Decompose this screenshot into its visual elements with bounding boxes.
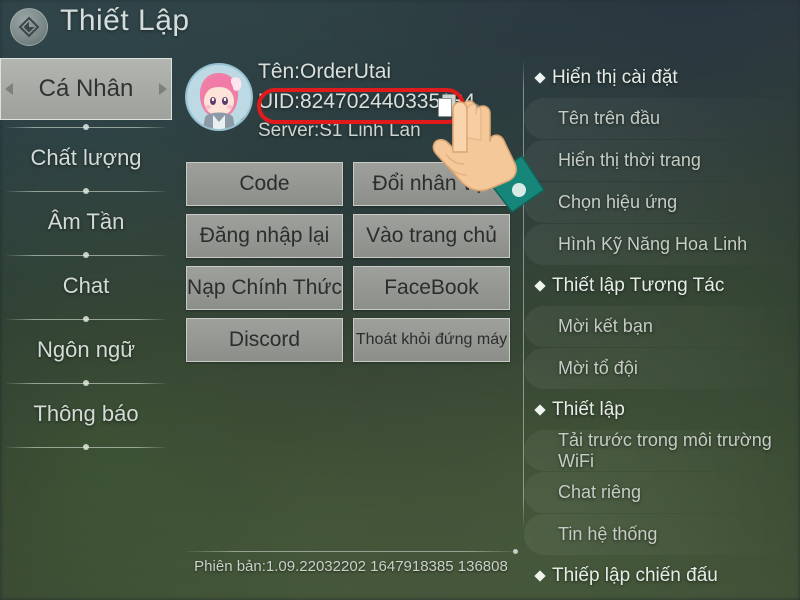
button-row: Code Đổi nhân vật <box>186 162 518 206</box>
settings-item-moi-ket-ban[interactable]: Mời kết bạn <box>524 306 800 347</box>
sidebar-item-label: Chat <box>62 273 110 298</box>
settings-group-header: Hiển thị cài đặt <box>524 58 800 98</box>
sidebar-divider <box>0 252 172 258</box>
page-title: Thiết Lập <box>60 4 190 37</box>
code-button[interactable]: Code <box>186 162 343 206</box>
settings-item-tai-truoc-wifi[interactable]: Tải trước trong môi trường WiFi <box>524 430 800 471</box>
diamond-bullet-icon <box>534 570 546 582</box>
settings-item-hinh-ky-nang-hoa-linh[interactable]: Hình Kỹ Năng Hoa Linh <box>524 224 800 265</box>
sidebar-item-chat[interactable]: Chat <box>0 260 172 312</box>
diamond-bullet-icon <box>534 404 546 416</box>
sidebar-item-label: Âm Tần <box>47 209 125 234</box>
sidebar-item-label: Thông báo <box>33 401 139 426</box>
relogin-button[interactable]: Đăng nhập lại <box>186 214 343 258</box>
facebook-button[interactable]: FaceBook <box>353 266 510 310</box>
official-topup-button[interactable]: Nạp Chính Thức <box>186 266 343 310</box>
player-server: Server:S1 Linh Lan <box>258 120 421 141</box>
sidebar: Cá Nhân Chất lượng Âm Tần Chat Ngôn ngữ … <box>0 58 172 478</box>
settings-item-hien-thi-thoi-trang[interactable]: Hiển thị thời trang <box>524 140 800 181</box>
change-character-button[interactable]: Đổi nhân vật <box>353 162 510 206</box>
chevron-left-icon <box>5 83 13 95</box>
button-row: Discord Thoát khỏi đứng máy <box>186 318 518 362</box>
sidebar-item-label: Chất lượng <box>30 145 142 170</box>
settings-group-header: Thiết lập <box>524 390 800 430</box>
footer-divider <box>186 548 518 554</box>
chevron-right-icon <box>159 83 167 95</box>
sidebar-item-ngon-ngu[interactable]: Ngôn ngữ <box>0 324 172 376</box>
settings-item-chon-hieu-ung[interactable]: Chọn hiệu ứng <box>524 182 800 223</box>
copy-icon[interactable] <box>438 94 457 118</box>
sidebar-divider <box>0 316 172 322</box>
settings-item-moi-to-doi[interactable]: Mời tổ đội <box>524 348 800 389</box>
settings-item-ten-tren-dau[interactable]: Tên trên đầu <box>524 98 800 139</box>
player-name: Tên:OrderUtai <box>258 60 392 83</box>
sidebar-divider <box>0 188 172 194</box>
settings-group-header: Thiếp lập chiến đấu <box>524 556 800 596</box>
settings-group-label: Hiển thị cài đặt <box>552 67 678 88</box>
discord-button[interactable]: Discord <box>186 318 343 362</box>
settings-group-label: Thiết lập <box>552 399 625 420</box>
settings-group-header: Thiết lập Tương Tác <box>524 266 800 306</box>
sidebar-divider <box>0 380 172 386</box>
sidebar-divider <box>0 444 172 450</box>
sidebar-item-thong-bao[interactable]: Thông báo <box>0 388 172 440</box>
homepage-button[interactable]: Vào trang chủ <box>353 214 510 258</box>
button-row: Đăng nhập lại Vào trang chủ <box>186 214 518 258</box>
version-text: Phiên bản:1.09.22032202 1647918385 13680… <box>194 558 508 575</box>
sidebar-item-ca-nhan[interactable]: Cá Nhân <box>0 58 172 120</box>
settings-group-label: Thiết lập Tương Tác <box>552 275 725 296</box>
action-button-grid: Code Đổi nhân vật Đăng nhập lại Vào tran… <box>186 162 518 370</box>
profile-block: Tên:OrderUtai UID:824702440335184 Server… <box>180 58 522 154</box>
button-row: Nạp Chính Thức FaceBook <box>186 266 518 310</box>
diamond-bullet-icon <box>534 280 546 292</box>
sidebar-item-label: Cá Nhân <box>38 75 134 102</box>
exit-idle-mode-button[interactable]: Thoát khỏi đứng máy <box>353 318 510 362</box>
settings-list-panel: Hiển thị cài đặt Tên trên đầu Hiển thị t… <box>524 58 800 600</box>
sidebar-item-am-tan[interactable]: Âm Tần <box>0 196 172 248</box>
diamond-badge-icon[interactable] <box>10 8 48 46</box>
sidebar-item-chat-luong[interactable]: Chất lượng <box>0 132 172 184</box>
player-avatar[interactable] <box>185 63 253 131</box>
diamond-bullet-icon <box>534 72 546 84</box>
sidebar-item-label: Ngôn ngữ <box>37 337 135 362</box>
settings-item-tin-he-thong[interactable]: Tin hệ thống <box>524 514 800 555</box>
sidebar-divider <box>0 124 172 130</box>
center-panel: Tên:OrderUtai UID:824702440335184 Server… <box>180 58 522 598</box>
header-bar: Thiết Lập <box>0 0 800 52</box>
settings-group-label: Thiếp lập chiến đấu <box>552 565 718 586</box>
settings-item-chat-rieng[interactable]: Chat riêng <box>524 472 800 513</box>
refresh-icon[interactable] <box>239 115 251 129</box>
